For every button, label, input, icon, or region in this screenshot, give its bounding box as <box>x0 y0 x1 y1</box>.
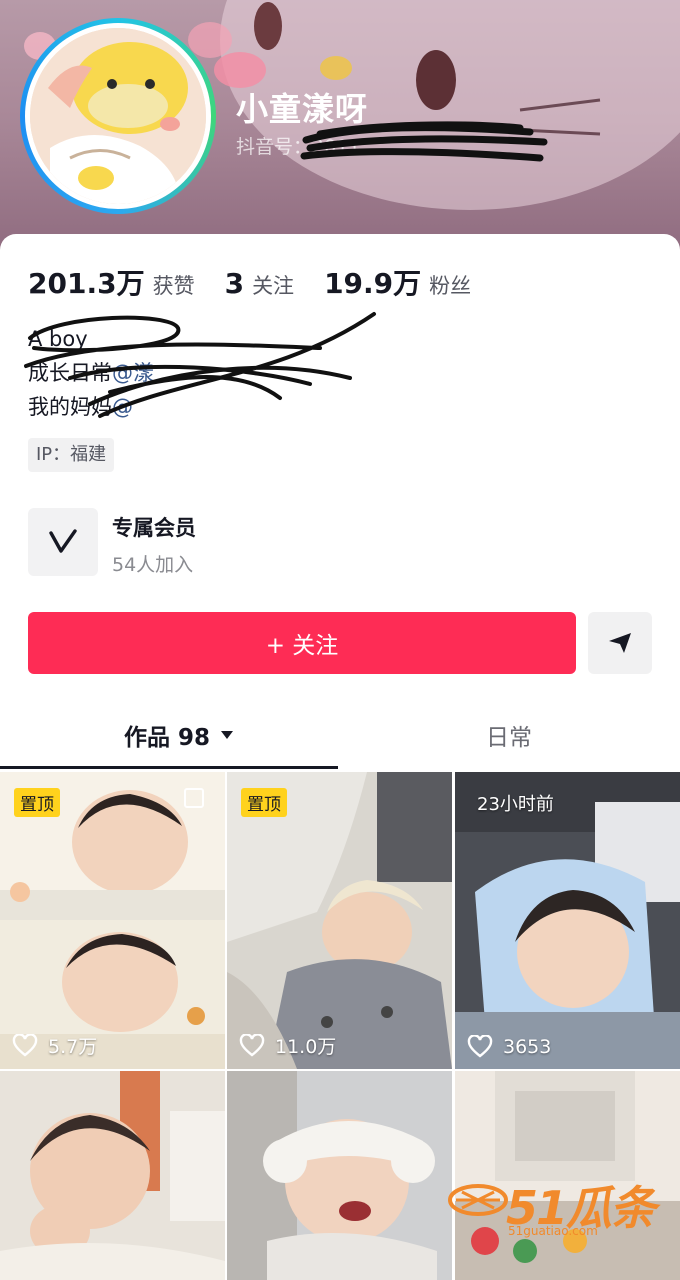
video-likes: 11.0万 <box>239 1032 336 1059</box>
bio-line-1: A boy <box>28 327 88 351</box>
profile-card: 201.3万 获赞 3 关注 19.9万 粉丝 A boy 成长日常@漾 我的妈… <box>0 234 680 1280</box>
bio-line-2: 成长日常@漾 <box>28 356 154 390</box>
video-likes: 3653 <box>467 1035 551 1059</box>
heart-icon <box>239 1033 265 1057</box>
video-thumbnail[interactable]: 23小时前 3653 <box>455 772 680 1069</box>
baby-photo-image <box>455 772 680 1069</box>
video-thumbnail[interactable]: 置顶 11.0万 <box>227 772 452 1069</box>
video-thumbnail[interactable] <box>227 1071 452 1280</box>
post-time-tag: 23小时前 <box>477 794 554 815</box>
select-checkbox[interactable] <box>184 788 204 808</box>
profile-username: 小童漾呀 <box>236 90 369 128</box>
bio-line-2-text: 成长日常 <box>28 361 112 385</box>
likes-count: 201.3万 <box>28 267 145 300</box>
bio-line-3-text: 我的妈妈 <box>28 395 112 419</box>
video-likes-count: 3653 <box>503 1036 552 1058</box>
profile-bio: A boy 成长日常@漾 我的妈妈@ <box>28 322 154 424</box>
tab-works[interactable]: 作品 98 <box>124 718 234 752</box>
video-likes: 5.7万 <box>12 1032 97 1059</box>
bio-mention-1[interactable]: @漾 <box>112 361 154 385</box>
profile-stats: 201.3万 获赞 3 关注 19.9万 粉丝 <box>28 262 501 302</box>
pinned-badge: 置顶 <box>241 788 287 817</box>
video-likes-count: 5.7万 <box>48 1036 98 1058</box>
pinned-badge: 置顶 <box>14 788 60 817</box>
douyin-id-label: 抖音号： <box>236 136 313 158</box>
baby-photo-image <box>227 1071 452 1280</box>
avatar[interactable] <box>20 18 216 214</box>
caret-down-icon <box>221 731 234 739</box>
douyin-id: 抖音号：2011 <box>236 132 360 159</box>
video-thumbnail[interactable] <box>0 1071 225 1280</box>
video-likes-count: 11.0万 <box>275 1036 337 1058</box>
following-label[interactable]: 关注 <box>252 270 294 300</box>
follow-button[interactable]: + 关注 <box>28 612 576 674</box>
douyin-id-value: 2011 <box>312 136 361 158</box>
membership-title[interactable]: 专属会员 <box>112 512 196 542</box>
watermark-emblem-icon <box>448 1184 508 1216</box>
video-thumbnail[interactable]: 置顶 5.7万 <box>0 772 225 1069</box>
v-logo-icon[interactable] <box>28 508 98 576</box>
bio-mention-2[interactable]: @ <box>112 395 133 419</box>
tab-works-label: 作品 98 <box>124 725 211 751</box>
heart-icon <box>12 1033 38 1057</box>
membership-subtitle: 54人加入 <box>112 554 194 576</box>
watermark-logo: 51瓜条 51guatiao.com <box>446 1168 676 1244</box>
followers-count[interactable]: 19.9万 <box>324 262 421 302</box>
baby-photo-image <box>0 1071 225 1280</box>
ip-location-tag: IP：福建 <box>28 438 115 472</box>
send-icon[interactable] <box>588 612 652 674</box>
profile-header: 小童漾呀 抖音号：2011 <box>0 0 680 260</box>
tab-daily[interactable]: 日常 <box>486 718 532 752</box>
active-tab-indicator <box>0 766 338 769</box>
watermark-url: 51guatiao.com <box>508 1224 598 1238</box>
followers-label[interactable]: 粉丝 <box>429 270 471 300</box>
heart-icon <box>467 1035 493 1058</box>
likes-label: 获赞 <box>152 274 195 298</box>
following-count[interactable]: 3 <box>225 267 244 300</box>
psyduck-avatar-image <box>30 28 206 204</box>
bio-line-3: 我的妈妈@ <box>28 390 154 424</box>
